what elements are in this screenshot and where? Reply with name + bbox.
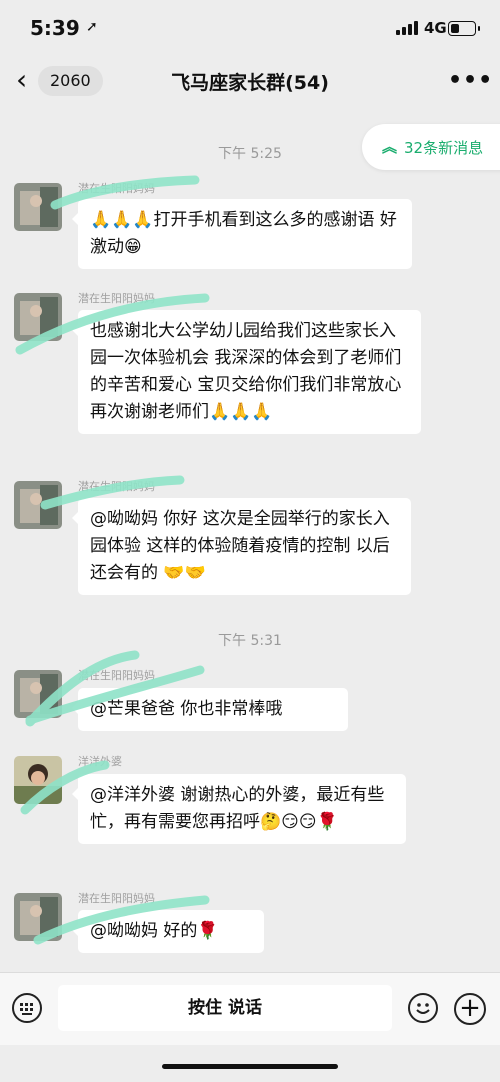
sender-name: 洋洋外婆: [78, 755, 122, 768]
plus-icon[interactable]: +: [454, 993, 486, 1025]
sender-name: 潜在生阳阳妈妈: [78, 669, 155, 682]
sender-name: 潜在生阳阳妈妈: [78, 182, 155, 195]
network-type: 4G: [424, 19, 447, 37]
avatar[interactable]: [14, 481, 62, 529]
sender-name: 潜在生阳阳妈妈: [78, 892, 155, 905]
home-indicator[interactable]: [162, 1064, 338, 1069]
message-bubble[interactable]: @呦呦妈 你好 这次是全园举行的家长入园体验 这样的体验随着疫情的控制 以后还会…: [72, 498, 411, 595]
sender-name: 潜在生阳阳妈妈: [78, 480, 155, 493]
battery-icon: [448, 21, 480, 36]
message-bubble[interactable]: @洋洋外婆 谢谢热心的外婆，最近有些忙，再有需要您再招呼🤔😏😏🌹: [72, 774, 406, 844]
sender-name: 潜在生阳阳妈妈: [78, 292, 155, 305]
signal-icon: [396, 21, 418, 35]
avatar[interactable]: [14, 756, 62, 804]
timestamp: 下午 5:31: [218, 633, 282, 649]
chat-title: 飞马座家长群(54): [171, 72, 329, 94]
emoji-icon[interactable]: [408, 993, 438, 1023]
avatar[interactable]: [14, 893, 62, 941]
avatar[interactable]: [14, 293, 62, 341]
chat-header: ‹ 2060 飞马座家长群(54) •••: [0, 58, 500, 106]
avatar[interactable]: [14, 670, 62, 718]
input-bar: 按住 说话 +: [0, 972, 500, 1045]
message-bubble[interactable]: 也感谢北大公学幼儿园给我们这些家长入园一次体验机会 我深深的体会到了老师们的辛苦…: [72, 310, 421, 434]
status-time: 5:39: [30, 16, 80, 40]
message-bubble[interactable]: @芒果爸爸 你也非常棒哦: [72, 688, 348, 731]
location-arrow-icon: ➚: [86, 19, 98, 35]
more-options-icon[interactable]: •••: [448, 68, 493, 93]
timestamp: 下午 5:25: [218, 146, 282, 162]
message-bubble[interactable]: @呦呦妈 好的🌹: [72, 910, 264, 953]
hold-to-talk-button[interactable]: 按住 说话: [58, 985, 392, 1031]
message-bubble[interactable]: 🙏🙏🙏打开手机看到这么多的感谢语 好激动😁: [72, 199, 412, 269]
status-bar: 5:39 ➚ 4G: [0, 0, 500, 58]
keyboard-icon[interactable]: [12, 993, 42, 1023]
avatar[interactable]: [14, 183, 62, 231]
